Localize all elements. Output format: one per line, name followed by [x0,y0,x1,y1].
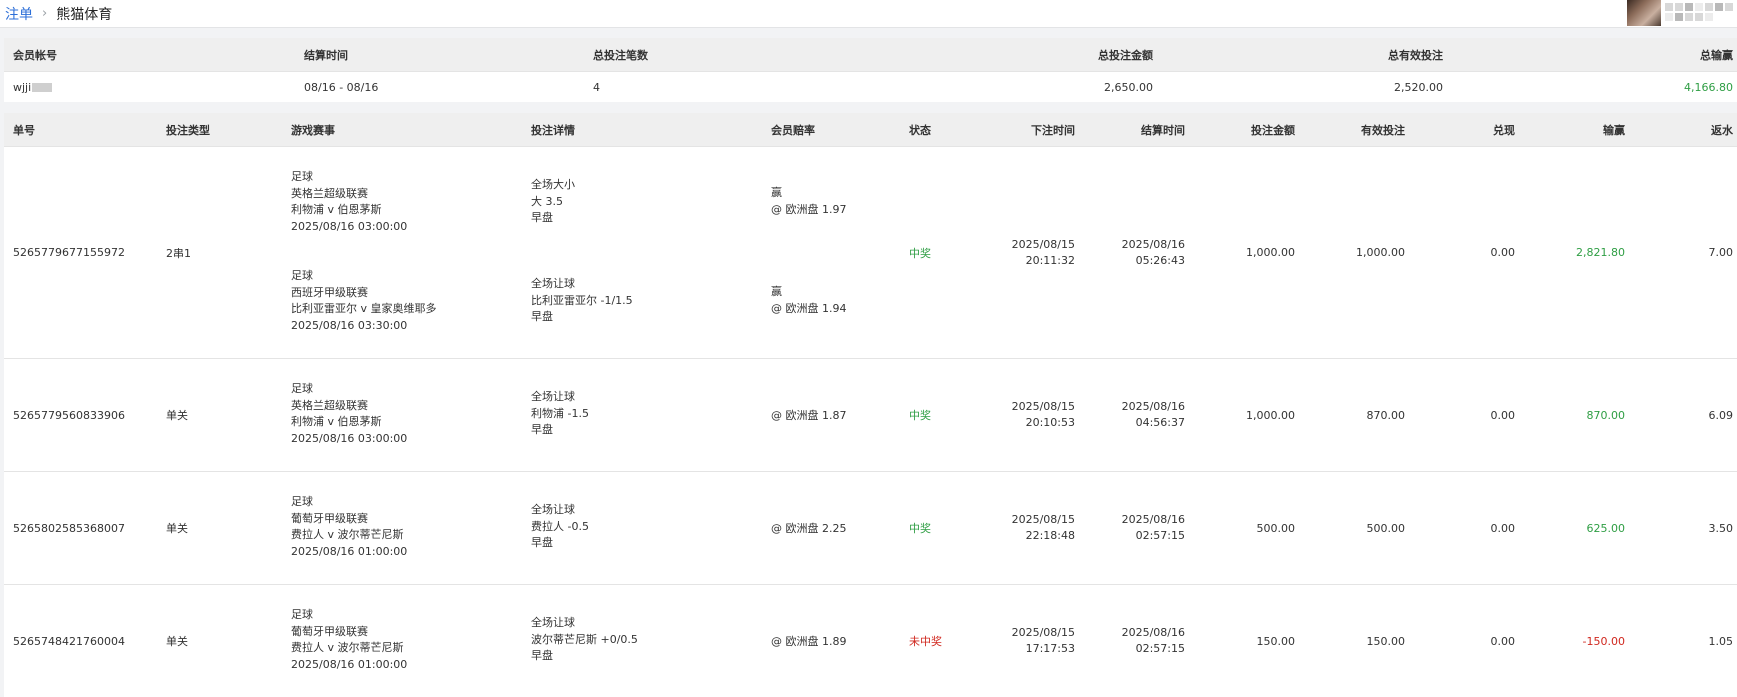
valid-bet: 870.00 [1366,408,1406,422]
status-badge: 中奖 [909,409,931,422]
bet-amount: 1,000.00 [1246,408,1295,422]
summary-header-total-valid: 总有效投注 [1388,48,1443,62]
summary-header-total-winloss: 总输赢 [1700,48,1733,62]
cashout: 0.00 [1490,634,1516,648]
col-order-no: 单号 [13,123,35,137]
summary-settle-time: 08/16 - 08/16 [304,80,379,94]
summary-total-winloss: 4,166.80 [1684,80,1733,94]
table-row[interactable]: 5265802585368007 单关 足球 葡萄牙甲级联赛 费拉人 v 波尔蒂芒尼… [4,471,1737,584]
breadcrumb-current: 熊猫体育 [56,6,113,23]
rebate: 3.50 [1708,521,1734,535]
summary-account: wjji [13,72,53,102]
settle-time: 2025/08/16 02:57:15 [1121,513,1185,542]
summary-header-settle-time: 结算时间 [304,48,348,62]
summary-header-row: 会员帐号 结算时间 总投注笔数 总投注金额 总有效投注 总输赢 [4,38,1737,71]
winloss: 870.00 [1586,408,1626,422]
bet-type: 单关 [166,635,188,648]
rebate: 6.09 [1708,408,1734,422]
valid-bet: 150.00 [1366,634,1406,648]
settle-time: 2025/08/16 05:26:43 [1121,237,1185,267]
table-row[interactable]: 5265748421760004 单关 足球 葡萄牙甲级联赛 费拉人 v 波尔蒂芒尼… [4,584,1737,697]
bet-type: 2串1 [166,246,191,260]
bet-time: 2025/08/15 22:18:48 [1011,513,1075,542]
avatar[interactable] [1627,0,1661,26]
event-leg-2: 足球 西班牙甲级联赛 比利亚雷亚尔 v 皇家奥维耶多 2025/08/16 03:30… [291,269,437,332]
bets-table: 单号 投注类型 游戏赛事 投注详情 会员赔率 状态 下注时间 结算时间 投注金额… [4,113,1737,697]
bet-time: 2025/08/15 17:17:53 [1011,626,1075,655]
odds: @ 欧洲盘 1.87 [771,409,847,422]
detail-leg-1: 全场大小大 3.5 早盘 [531,178,575,224]
cashout: 0.00 [1490,521,1516,535]
settle-time: 2025/08/16 04:56:37 [1121,400,1185,429]
status-badge: 中奖 [909,522,931,535]
event-leg: 足球 英格兰超级联赛 利物浦 v 伯恩茅斯 2025/08/16 03:00:00 [291,382,408,445]
detail-leg: 全场让球 费拉人 -0.5 早盘 [531,503,589,549]
col-odds: 会员赔率 [771,123,815,137]
bets-header-row: 单号 投注类型 游戏赛事 投注详情 会员赔率 状态 下注时间 结算时间 投注金额… [4,113,1737,146]
summary-header-count: 总投注笔数 [593,48,648,62]
summary-header-total-amount: 总投注金额 [1098,48,1153,62]
bet-type: 单关 [166,522,188,535]
chevron-right-icon: › [42,6,48,21]
col-settle-time: 结算时间 [1141,123,1185,137]
summary-count: 4 [593,80,600,94]
odds: @ 欧洲盘 2.25 [771,522,847,535]
breadcrumb-parent-link[interactable]: 注单 [5,4,33,24]
top-bar: 注单 › 熊猫体育 [0,0,1737,28]
cashout: 0.00 [1490,408,1516,422]
col-detail: 投注详情 [531,123,575,137]
odds: @ 欧洲盘 1.89 [771,635,847,648]
summary-table: 会员帐号 结算时间 总投注笔数 总投注金额 总有效投注 总输赢 wjji 08/… [4,38,1737,102]
event-leg-1: 足球 英格兰超级联赛 利物浦 v 伯恩茅斯 2025/08/16 03:00:00 [291,170,408,233]
bet-amount: 150.00 [1256,634,1296,648]
event-leg: 足球 葡萄牙甲级联赛 费拉人 v 波尔蒂芒尼斯 2025/08/16 01:00:00 [291,495,408,558]
bet-amount: 1,000.00 [1246,246,1295,259]
col-event: 游戏赛事 [291,123,335,137]
bet-type: 单关 [166,409,188,422]
summary-total-valid: 2,520.00 [1394,80,1443,94]
status-badge: 未中奖 [909,635,942,648]
col-amount: 投注金额 [1251,123,1295,137]
bet-time: 2025/08/15 20:10:53 [1011,400,1075,429]
summary-row: wjji 08/16 - 08/16 4 2,650.00 2,520.00 4… [4,71,1737,102]
rebate: 1.05 [1708,634,1734,648]
detail-leg-2: 全场让球 比利亚雷亚尔 -1/1.5 早盘 [531,277,633,323]
winloss: 2,821.80 [1576,246,1625,259]
winloss: 625.00 [1586,521,1626,535]
summary-header-account: 会员帐号 [13,48,57,62]
bet-amount: 500.00 [1256,521,1296,535]
col-status: 状态 [909,123,931,137]
settle-time: 2025/08/16 02:57:15 [1121,626,1185,655]
valid-bet: 500.00 [1366,521,1406,535]
table-row[interactable]: 5265779677155972 2串1 足球 英格兰超级联赛 利物浦 v 伯恩茅斯… [4,146,1737,358]
user-area[interactable] [1627,0,1737,27]
order-no[interactable]: 5265779677155972 [13,147,125,358]
detail-leg: 全场让球 利物浦 -1.5 早盘 [531,390,589,436]
order-no[interactable]: 5265748421760004 [13,585,125,697]
detail-leg: 全场让球 波尔蒂芒尼斯 +0/0.5 早盘 [531,616,638,662]
table-row[interactable]: 5265779560833906 单关 足球 英格兰超级联赛 利物浦 v 伯恩茅斯 2… [4,358,1737,471]
col-valid: 有效投注 [1361,123,1405,137]
winloss: -150.00 [1582,634,1625,648]
odds-leg-2: 赢 @ 欧洲盘 1.94 [771,285,847,315]
col-bet-time: 下注时间 [1031,123,1075,137]
col-cashout: 兑现 [1493,123,1515,137]
masked-text [32,82,53,92]
col-bet-type: 投注类型 [166,123,210,137]
order-no[interactable]: 5265779560833906 [13,359,125,471]
cashout: 0.00 [1490,246,1516,259]
col-winloss: 输赢 [1603,123,1625,137]
valid-bet: 1,000.00 [1356,246,1405,259]
summary-total-amount: 2,650.00 [1104,80,1153,94]
username-masked [1665,0,1735,21]
col-rebate: 返水 [1711,123,1733,137]
rebate: 7.00 [1708,246,1734,259]
odds-leg-1: 赢 @ 欧洲盘 1.97 [771,186,847,216]
event-leg: 足球 葡萄牙甲级联赛 费拉人 v 波尔蒂芒尼斯 2025/08/16 01:00:00 [291,608,408,671]
bet-time: 2025/08/15 20:11:32 [1011,237,1075,267]
status-badge: 中奖 [909,246,931,260]
order-no[interactable]: 5265802585368007 [13,472,125,584]
